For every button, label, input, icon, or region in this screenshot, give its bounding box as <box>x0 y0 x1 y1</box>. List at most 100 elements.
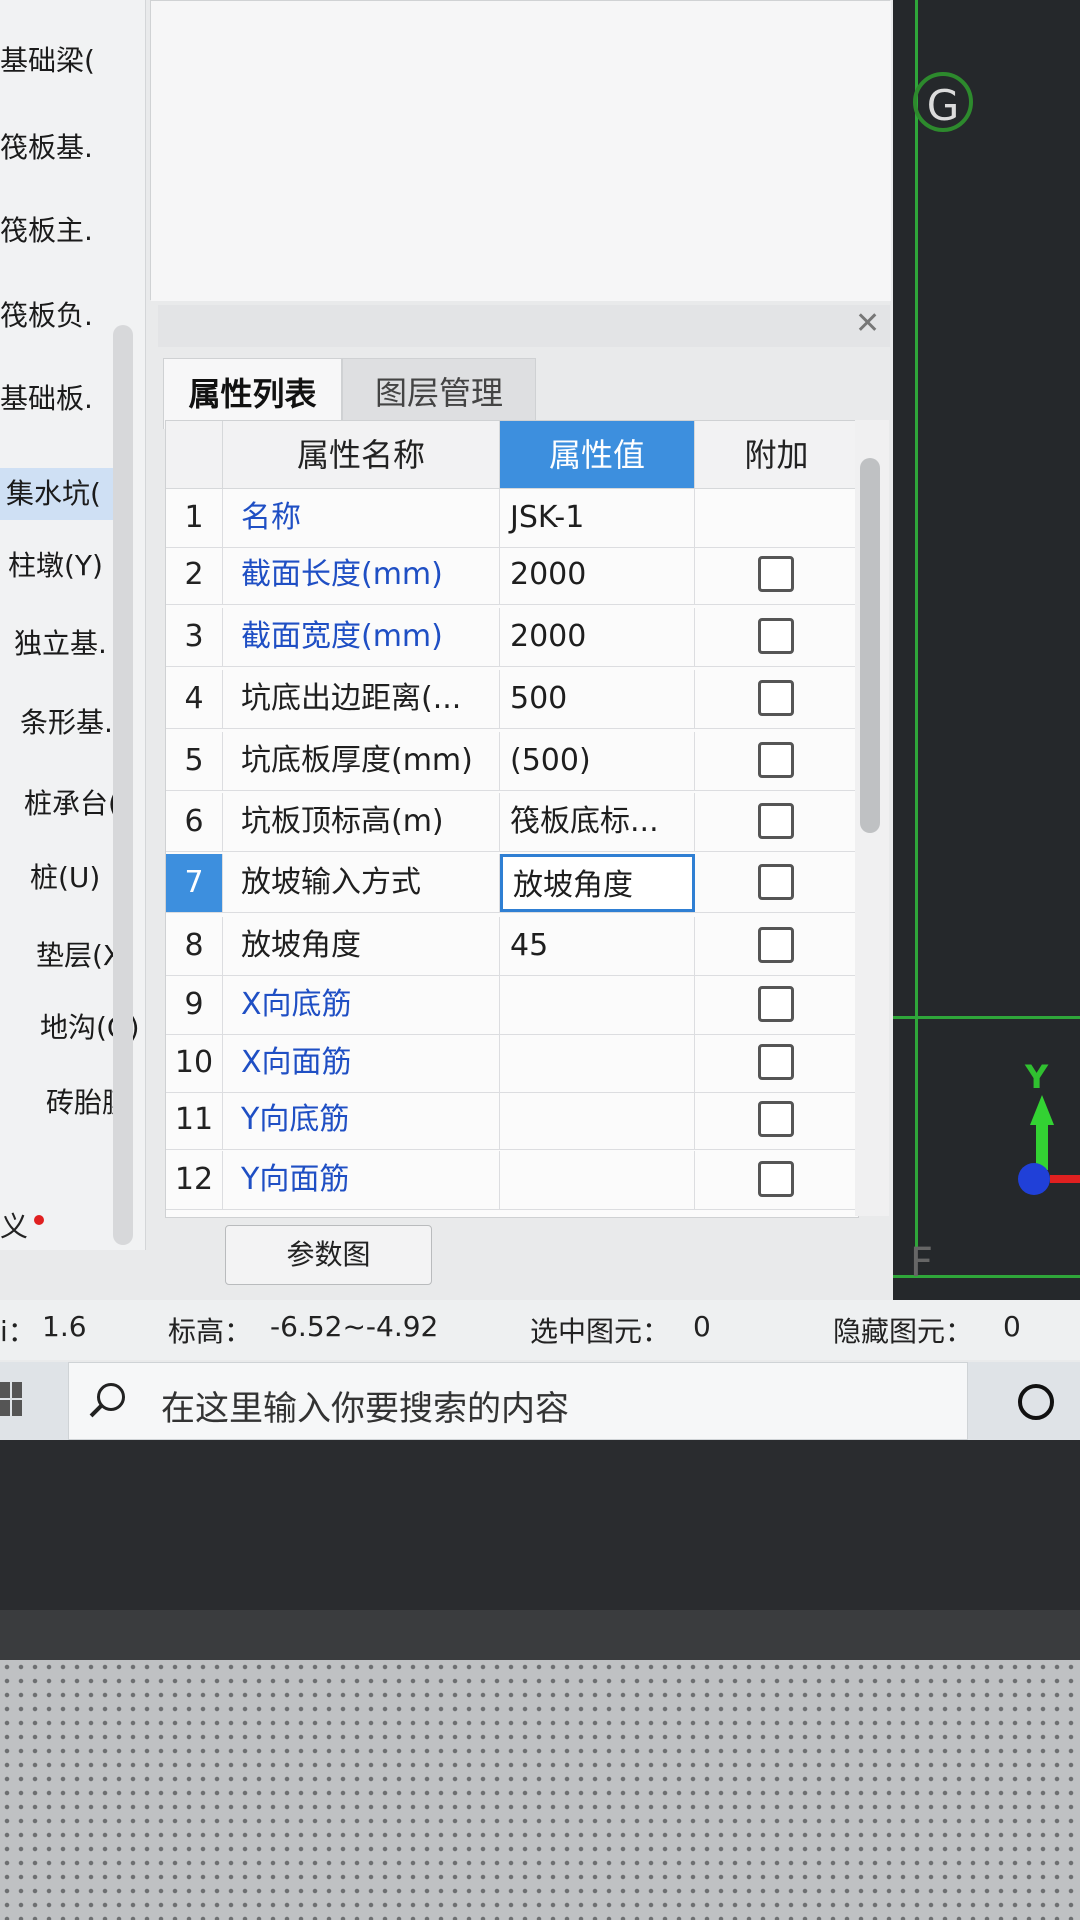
row-number[interactable]: 9 <box>166 976 223 1034</box>
table-row[interactable]: 9 X向底筋 <box>166 976 858 1035</box>
parameter-diagram-button[interactable]: 参数图 <box>225 1225 432 1285</box>
component-list-item[interactable]: 独立基. <box>14 618 107 670</box>
property-name: 坑底出边距离(... <box>223 670 500 728</box>
component-list-item[interactable]: 筏板主. <box>0 205 93 257</box>
row-number[interactable]: 4 <box>166 670 223 728</box>
extra-checkbox[interactable] <box>758 618 794 654</box>
row-number[interactable]: 7 <box>166 854 223 912</box>
elevation-value: -6.52~-4.92 <box>270 1310 439 1343</box>
property-value[interactable] <box>500 1091 695 1149</box>
extra-checkbox[interactable] <box>758 986 794 1022</box>
component-list-item[interactable]: 筏板基. <box>0 122 93 174</box>
property-table: 属性名称 属性值 附加 1 名称 JSK-1 2 截面长度(mm) 2000 3 截面宽度(m… <box>165 420 859 1218</box>
scale-value: 1.6 <box>42 1310 87 1343</box>
component-list-item[interactable]: 桩(U) <box>30 852 100 904</box>
row-number[interactable]: 8 <box>166 917 223 975</box>
extra-cell <box>695 670 858 728</box>
tab-layer-management[interactable]: 图层管理 <box>342 358 536 428</box>
property-value[interactable]: 筏板底标... <box>500 793 695 851</box>
property-name: 放坡输入方式 <box>223 854 500 912</box>
header-property-name[interactable]: 属性名称 <box>223 421 500 489</box>
property-value[interactable]: (500) <box>500 732 695 790</box>
row-number[interactable]: 3 <box>166 608 223 666</box>
y-axis-label: Y <box>1025 1058 1049 1096</box>
component-list-item[interactable]: 基础板. <box>0 373 93 425</box>
property-value[interactable] <box>500 1034 695 1092</box>
extra-cell <box>695 732 858 790</box>
property-value[interactable]: 2000 <box>500 546 695 604</box>
extra-cell <box>695 1034 858 1092</box>
property-name: X向面筋 <box>223 1034 500 1092</box>
elevation-label: 标高： <box>168 1315 253 1348</box>
property-value[interactable] <box>500 976 695 1034</box>
table-row[interactable]: 6 坑板顶标高(m) 筏板底标... <box>166 793 858 852</box>
table-row[interactable]: 2 截面长度(mm) 2000 <box>166 546 858 605</box>
component-list-item[interactable]: 桩承台( <box>24 778 119 830</box>
selected-elements-label: 选中图元： <box>530 1315 671 1348</box>
search-input[interactable]: 在这里输入你要搜索的内容 <box>161 1381 569 1430</box>
taskbar-search-box[interactable]: 在这里输入你要搜索的内容 <box>68 1362 968 1440</box>
property-value[interactable]: 放坡角度 <box>500 854 695 912</box>
extra-checkbox[interactable] <box>758 1044 794 1080</box>
component-list-item[interactable]: 柱墩(Y) <box>8 540 103 592</box>
scale-label: i： <box>0 1315 36 1348</box>
row-number[interactable]: 2 <box>166 546 223 604</box>
extra-checkbox[interactable] <box>758 742 794 778</box>
laptop-speaker-grille <box>0 1660 1080 1920</box>
table-row[interactable]: 12 Y向面筋 <box>166 1151 858 1210</box>
component-list-item[interactable]: 条形基. <box>20 697 113 749</box>
extra-checkbox[interactable] <box>758 556 794 592</box>
extra-cell <box>695 854 858 912</box>
table-row[interactable]: 7 放坡输入方式 放坡角度 <box>166 854 858 913</box>
table-row[interactable]: 4 坑底出边距离(... 500 <box>166 670 858 729</box>
row-number[interactable]: 5 <box>166 732 223 790</box>
row-number[interactable]: 10 <box>166 1034 223 1092</box>
table-row[interactable]: 8 放坡角度 45 <box>166 917 858 976</box>
property-value[interactable]: 2000 <box>500 608 695 666</box>
table-row[interactable]: 11 Y向底筋 <box>166 1091 858 1150</box>
component-list-item[interactable]: 筏板负. <box>0 290 93 342</box>
close-icon[interactable]: ✕ <box>855 306 880 341</box>
x-axis-shaft <box>1050 1175 1080 1183</box>
extra-cell <box>695 546 858 604</box>
component-list-item[interactable]: 基础梁( <box>0 35 95 87</box>
row-number[interactable]: 11 <box>166 1091 223 1149</box>
table-row[interactable]: 10 X向面筋 <box>166 1034 858 1093</box>
property-value[interactable] <box>500 1151 695 1209</box>
header-extra[interactable]: 附加 <box>695 421 858 489</box>
extra-cell <box>695 917 858 975</box>
property-panel-header <box>158 305 890 347</box>
extra-checkbox[interactable] <box>758 927 794 963</box>
cortana-icon[interactable] <box>1018 1384 1054 1420</box>
table-row[interactable]: 3 截面宽度(mm) 2000 <box>166 608 858 667</box>
property-value[interactable]: 500 <box>500 670 695 728</box>
component-list-item[interactable]: 集水坑( <box>0 468 119 520</box>
row-number[interactable]: 1 <box>166 489 223 547</box>
extra-cell <box>695 793 858 851</box>
axis-origin-icon <box>1018 1163 1050 1195</box>
left-bottom-label: 义 <box>0 1210 29 1243</box>
extra-cell <box>695 608 858 666</box>
windows-taskbar: 在这里输入你要搜索的内容 <box>0 1362 1080 1440</box>
extra-checkbox[interactable] <box>758 864 794 900</box>
extra-cell <box>695 1091 858 1149</box>
extra-checkbox[interactable] <box>758 803 794 839</box>
property-value[interactable]: 45 <box>500 917 695 975</box>
notification-dot <box>34 1215 44 1225</box>
extra-checkbox[interactable] <box>758 1101 794 1137</box>
extra-checkbox[interactable] <box>758 680 794 716</box>
row-number[interactable]: 6 <box>166 793 223 851</box>
row-number[interactable]: 12 <box>166 1151 223 1209</box>
property-table-scrollbar-thumb[interactable] <box>860 458 880 833</box>
component-list-scrollbar[interactable] <box>113 325 133 1245</box>
windows-start-icon[interactable] <box>0 1382 22 1418</box>
property-name: Y向面筋 <box>223 1151 500 1209</box>
property-value[interactable]: JSK-1 <box>500 489 695 547</box>
grid-axis-label: G <box>913 72 973 132</box>
table-row[interactable]: 1 名称 JSK-1 <box>166 489 858 548</box>
extra-checkbox[interactable] <box>758 1161 794 1197</box>
hidden-elements-value: 0 <box>1003 1310 1021 1343</box>
table-row[interactable]: 5 坑底板厚度(mm) (500) <box>166 732 858 791</box>
header-property-value[interactable]: 属性值 <box>500 421 695 489</box>
tab-property-list[interactable]: 属性列表 <box>163 358 342 429</box>
